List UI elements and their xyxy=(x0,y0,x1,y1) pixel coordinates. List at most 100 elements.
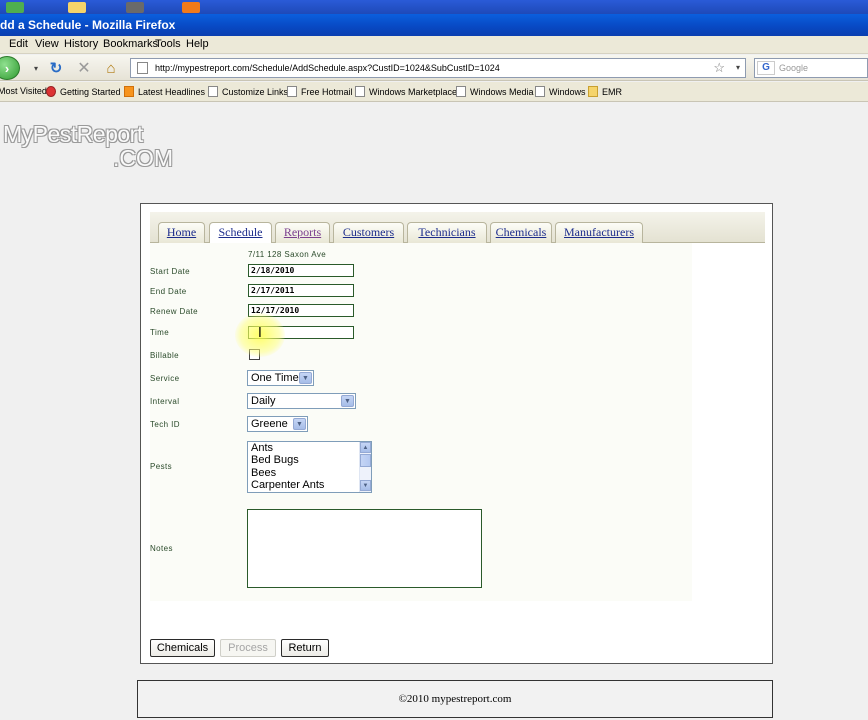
site-logo[interactable]: MyPestReport .COM xyxy=(3,121,173,171)
process-button[interactable]: Process xyxy=(220,639,276,657)
notes-textarea[interactable] xyxy=(247,509,482,588)
tab-customers[interactable]: Customers xyxy=(333,222,404,243)
bookmark-windows[interactable]: Windows xyxy=(535,86,586,97)
time-field[interactable] xyxy=(248,326,354,339)
tab-technicians[interactable]: Technicians xyxy=(407,222,487,243)
google-icon[interactable]: G xyxy=(757,61,775,75)
search-input[interactable]: G Google xyxy=(754,58,868,78)
service-label: Service xyxy=(150,374,180,383)
menu-tools[interactable]: Tools xyxy=(155,38,181,50)
renew-date-field[interactable]: 12/17/2010 xyxy=(248,304,354,317)
bookmark-windows-marketplace[interactable]: Windows Marketplace xyxy=(355,86,457,97)
chevron-down-icon: ▼ xyxy=(293,418,306,430)
interval-select[interactable]: Daily ▼ xyxy=(247,393,356,409)
notes-label: Notes xyxy=(150,544,173,553)
page-icon xyxy=(208,86,218,97)
scrollbar[interactable]: ▲ ▼ xyxy=(359,442,371,492)
stop-button[interactable]: ✕ xyxy=(74,58,94,78)
bookmark-star-icon[interactable]: ☆ xyxy=(713,59,725,77)
window-title-bar: dd a Schedule - Mozilla Firefox xyxy=(0,14,868,36)
reload-button[interactable]: ↻ xyxy=(46,58,66,78)
bookmark-getting-started[interactable]: Getting Started xyxy=(46,86,121,97)
end-date-field[interactable]: 2/17/2011 xyxy=(248,284,354,297)
footer-copyright: ©2010 mypestreport.com xyxy=(398,693,512,705)
page-icon xyxy=(287,86,297,97)
return-button[interactable]: Return xyxy=(281,639,329,657)
scroll-thumb[interactable] xyxy=(360,454,371,467)
list-item[interactable]: Bed Bugs xyxy=(248,454,371,466)
bookmark-free-hotmail[interactable]: Free Hotmail xyxy=(287,86,353,97)
menu-history[interactable]: History xyxy=(64,38,98,50)
chemicals-button[interactable]: Chemicals xyxy=(150,639,215,657)
interval-selected-value: Daily xyxy=(251,395,276,407)
bookmark-most-visited[interactable]: Most Visited xyxy=(0,86,47,96)
tab-chemicals[interactable]: Chemicals xyxy=(490,222,552,243)
tab-manufacturers[interactable]: Manufacturers xyxy=(555,222,643,243)
taskbar-app-icon[interactable] xyxy=(126,2,144,13)
tech-id-selected-value: Greene xyxy=(251,418,288,430)
time-label: Time xyxy=(150,328,170,337)
chevron-down-icon: ▼ xyxy=(299,372,312,384)
home-button[interactable]: ⌂ xyxy=(101,58,121,78)
menu-edit[interactable]: Edit xyxy=(9,38,28,50)
rss-icon xyxy=(124,86,134,97)
menu-help[interactable]: Help xyxy=(186,38,209,50)
history-dropdown-button[interactable]: ▾ xyxy=(26,58,46,78)
window-title: dd a Schedule - Mozilla Firefox xyxy=(0,18,176,32)
home-icon: ⌂ xyxy=(106,59,116,77)
service-selected-value: One Time xyxy=(251,372,299,384)
bookmark-emr[interactable]: EMR xyxy=(588,86,622,97)
bookmark-customize-links[interactable]: Customize Links xyxy=(208,86,288,97)
bookmark-latest-headlines[interactable]: Latest Headlines xyxy=(124,86,205,97)
tab-schedule[interactable]: Schedule xyxy=(209,222,272,244)
scroll-up-button[interactable]: ▲ xyxy=(360,442,371,453)
customer-address: 7/11 128 Saxon Ave xyxy=(248,250,327,259)
search-placeholder: Google xyxy=(779,63,809,73)
pests-label: Pests xyxy=(150,462,173,471)
url-text: http://mypestreport.com/Schedule/AddSche… xyxy=(155,63,500,73)
back-button[interactable]: › xyxy=(0,56,20,80)
scroll-down-button[interactable]: ▼ xyxy=(360,480,371,491)
end-date-label: End Date xyxy=(150,287,187,296)
arrow-left-icon: › xyxy=(4,60,10,76)
taskbar-app-icon[interactable] xyxy=(182,2,200,13)
schedule-panel: Home Schedule Reports Customers Technici… xyxy=(140,203,773,664)
bookmarks-toolbar: Most Visited Getting Started Latest Head… xyxy=(0,82,868,102)
url-bar[interactable]: http://mypestreport.com/Schedule/AddSche… xyxy=(130,58,746,78)
menu-bookmarks[interactable]: Bookmarks xyxy=(103,38,158,50)
menu-bar: Edit View History Bookmarks Tools Help xyxy=(0,36,868,54)
tab-reports[interactable]: Reports xyxy=(275,222,330,243)
firefox-icon xyxy=(46,86,56,97)
page-icon xyxy=(137,62,148,74)
interval-label: Interval xyxy=(150,397,180,406)
menu-view[interactable]: View xyxy=(35,38,59,50)
tech-id-label: Tech ID xyxy=(150,420,180,429)
taskbar-app-icon[interactable] xyxy=(6,2,24,13)
billable-checkbox[interactable] xyxy=(249,349,260,360)
list-item[interactable]: Ants xyxy=(248,442,371,454)
bookmark-windows-media[interactable]: Windows Media xyxy=(456,86,534,97)
pests-listbox[interactable]: Ants Bed Bugs Bees Carpenter Ants ▲ ▼ xyxy=(247,441,372,493)
navigation-toolbar: › ▾ ↻ ✕ ⌂ http://mypestreport.com/Schedu… xyxy=(0,55,868,81)
renew-date-label: Renew Date xyxy=(150,307,199,316)
tech-id-select[interactable]: Greene ▼ xyxy=(247,416,308,432)
chevron-down-icon: ▼ xyxy=(341,395,354,407)
billable-label: Billable xyxy=(150,351,179,360)
list-item[interactable]: Carpenter Ants xyxy=(248,479,371,491)
tab-bar: Home Schedule Reports Customers Technici… xyxy=(150,212,765,244)
page-icon xyxy=(456,86,466,97)
taskbar xyxy=(0,0,868,14)
page-icon xyxy=(535,86,545,97)
service-select[interactable]: One Time ▼ xyxy=(247,370,314,386)
chevron-down-icon[interactable]: ▾ xyxy=(736,59,740,77)
taskbar-folder-icon[interactable] xyxy=(68,2,86,13)
list-item[interactable]: Bees xyxy=(248,467,371,479)
folder-icon xyxy=(588,86,598,97)
reload-icon: ↻ xyxy=(49,60,63,77)
start-date-field[interactable]: 2/18/2010 xyxy=(248,264,354,277)
schedule-form: 7/11 128 Saxon Ave Start Date 2/18/2010 … xyxy=(150,243,692,601)
logo-text: MyPestReport xyxy=(3,121,143,147)
text-cursor-icon: I xyxy=(258,326,262,341)
tab-home[interactable]: Home xyxy=(158,222,205,243)
page-footer: ©2010 mypestreport.com xyxy=(137,680,773,718)
